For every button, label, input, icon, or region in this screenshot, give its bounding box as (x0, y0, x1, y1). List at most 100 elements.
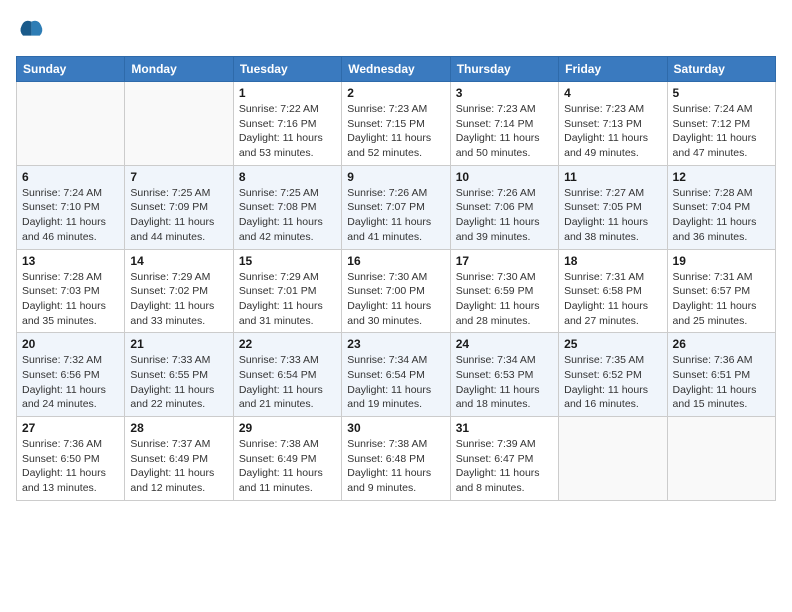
calendar-cell: 14 Sunrise: 7:29 AM Sunset: 7:02 PM Dayli… (125, 249, 233, 333)
day-number: 12 (673, 170, 770, 184)
page-header (16, 16, 776, 44)
day-number: 17 (456, 254, 553, 268)
day-number: 25 (564, 337, 661, 351)
day-number: 5 (673, 86, 770, 100)
calendar-cell: 12 Sunrise: 7:28 AM Sunset: 7:04 PM Dayli… (667, 165, 775, 249)
day-info: Sunrise: 7:26 AM Sunset: 7:06 PM Dayligh… (456, 186, 553, 245)
calendar-cell (559, 417, 667, 501)
day-info: Sunrise: 7:39 AM Sunset: 6:47 PM Dayligh… (456, 437, 553, 496)
calendar-cell: 31 Sunrise: 7:39 AM Sunset: 6:47 PM Dayli… (450, 417, 558, 501)
day-number: 9 (347, 170, 444, 184)
day-number: 28 (130, 421, 227, 435)
calendar-week-row: 13Sunrise: 7:28 AM Sunset: 7:03 PM Dayli… (17, 249, 776, 333)
calendar-cell: 10Sunrise: 7:26 AM Sunset: 7:06 PM Dayli… (450, 165, 558, 249)
day-number: 31 (456, 421, 553, 435)
day-number: 8 (239, 170, 336, 184)
day-number: 6 (22, 170, 119, 184)
calendar-cell (17, 82, 125, 166)
day-number: 13 (22, 254, 119, 268)
calendar-cell: 30 Sunrise: 7:38 AM Sunset: 6:48 PM Dayli… (342, 417, 450, 501)
day-info: Sunrise: 7:33 AM Sunset: 6:54 PM Dayligh… (239, 353, 336, 412)
weekday-header: Friday (559, 57, 667, 82)
day-info: Sunrise: 7:22 AM Sunset: 7:16 PM Dayligh… (239, 102, 336, 161)
day-info: Sunrise: 7:23 AM Sunset: 7:14 PM Dayligh… (456, 102, 553, 161)
calendar-week-row: 1 Sunrise: 7:22 AM Sunset: 7:16 PM Daylig… (17, 82, 776, 166)
day-info: Sunrise: 7:35 AM Sunset: 6:52 PM Dayligh… (564, 353, 661, 412)
calendar-cell: 27Sunrise: 7:36 AM Sunset: 6:50 PM Dayli… (17, 417, 125, 501)
day-number: 11 (564, 170, 661, 184)
logo-icon (16, 16, 44, 44)
calendar-cell (667, 417, 775, 501)
calendar-cell: 25 Sunrise: 7:35 AM Sunset: 6:52 PM Dayli… (559, 333, 667, 417)
day-number: 24 (456, 337, 553, 351)
calendar-cell: 3Sunrise: 7:23 AM Sunset: 7:14 PM Daylig… (450, 82, 558, 166)
day-info: Sunrise: 7:36 AM Sunset: 6:51 PM Dayligh… (673, 353, 770, 412)
day-number: 7 (130, 170, 227, 184)
calendar-cell: 15 Sunrise: 7:29 AM Sunset: 7:01 PM Dayli… (233, 249, 341, 333)
day-info: Sunrise: 7:31 AM Sunset: 6:57 PM Dayligh… (673, 270, 770, 329)
day-number: 26 (673, 337, 770, 351)
day-info: Sunrise: 7:29 AM Sunset: 7:02 PM Dayligh… (130, 270, 227, 329)
calendar-cell: 18 Sunrise: 7:31 AM Sunset: 6:58 PM Dayli… (559, 249, 667, 333)
calendar-cell: 29 Sunrise: 7:38 AM Sunset: 6:49 PM Dayli… (233, 417, 341, 501)
calendar-cell: 2Sunrise: 7:23 AM Sunset: 7:15 PM Daylig… (342, 82, 450, 166)
calendar-cell (125, 82, 233, 166)
day-info: Sunrise: 7:25 AM Sunset: 7:08 PM Dayligh… (239, 186, 336, 245)
day-number: 22 (239, 337, 336, 351)
day-number: 14 (130, 254, 227, 268)
calendar-week-row: 20 Sunrise: 7:32 AM Sunset: 6:56 PM Dayli… (17, 333, 776, 417)
day-number: 21 (130, 337, 227, 351)
day-number: 29 (239, 421, 336, 435)
calendar-cell: 16 Sunrise: 7:30 AM Sunset: 7:00 PM Dayli… (342, 249, 450, 333)
day-info: Sunrise: 7:34 AM Sunset: 6:53 PM Dayligh… (456, 353, 553, 412)
day-info: Sunrise: 7:38 AM Sunset: 6:49 PM Dayligh… (239, 437, 336, 496)
weekday-header: Sunday (17, 57, 125, 82)
calendar-cell: 9 Sunrise: 7:26 AM Sunset: 7:07 PM Daylig… (342, 165, 450, 249)
day-info: Sunrise: 7:32 AM Sunset: 6:56 PM Dayligh… (22, 353, 119, 412)
calendar-cell: 21Sunrise: 7:33 AM Sunset: 6:55 PM Dayli… (125, 333, 233, 417)
calendar-cell: 20 Sunrise: 7:32 AM Sunset: 6:56 PM Dayli… (17, 333, 125, 417)
calendar-cell: 11 Sunrise: 7:27 AM Sunset: 7:05 PM Dayli… (559, 165, 667, 249)
weekday-header: Tuesday (233, 57, 341, 82)
day-info: Sunrise: 7:27 AM Sunset: 7:05 PM Dayligh… (564, 186, 661, 245)
day-info: Sunrise: 7:24 AM Sunset: 7:12 PM Dayligh… (673, 102, 770, 161)
calendar-cell: 6 Sunrise: 7:24 AM Sunset: 7:10 PM Daylig… (17, 165, 125, 249)
day-info: Sunrise: 7:29 AM Sunset: 7:01 PM Dayligh… (239, 270, 336, 329)
weekday-header: Monday (125, 57, 233, 82)
day-number: 19 (673, 254, 770, 268)
calendar-cell: 26 Sunrise: 7:36 AM Sunset: 6:51 PM Dayli… (667, 333, 775, 417)
day-info: Sunrise: 7:25 AM Sunset: 7:09 PM Dayligh… (130, 186, 227, 245)
day-info: Sunrise: 7:38 AM Sunset: 6:48 PM Dayligh… (347, 437, 444, 496)
calendar-cell: 28Sunrise: 7:37 AM Sunset: 6:49 PM Dayli… (125, 417, 233, 501)
calendar-cell: 13Sunrise: 7:28 AM Sunset: 7:03 PM Dayli… (17, 249, 125, 333)
calendar-cell: 23 Sunrise: 7:34 AM Sunset: 6:54 PM Dayli… (342, 333, 450, 417)
calendar-week-row: 27Sunrise: 7:36 AM Sunset: 6:50 PM Dayli… (17, 417, 776, 501)
calendar-cell: 22 Sunrise: 7:33 AM Sunset: 6:54 PM Dayli… (233, 333, 341, 417)
day-number: 20 (22, 337, 119, 351)
calendar-week-row: 6 Sunrise: 7:24 AM Sunset: 7:10 PM Daylig… (17, 165, 776, 249)
calendar-cell: 7 Sunrise: 7:25 AM Sunset: 7:09 PM Daylig… (125, 165, 233, 249)
day-info: Sunrise: 7:30 AM Sunset: 7:00 PM Dayligh… (347, 270, 444, 329)
calendar-cell: 5 Sunrise: 7:24 AM Sunset: 7:12 PM Daylig… (667, 82, 775, 166)
day-number: 2 (347, 86, 444, 100)
calendar-cell: 17Sunrise: 7:30 AM Sunset: 6:59 PM Dayli… (450, 249, 558, 333)
calendar-table: SundayMondayTuesdayWednesdayThursdayFrid… (16, 56, 776, 501)
day-info: Sunrise: 7:26 AM Sunset: 7:07 PM Dayligh… (347, 186, 444, 245)
weekday-header: Saturday (667, 57, 775, 82)
day-number: 16 (347, 254, 444, 268)
day-number: 1 (239, 86, 336, 100)
calendar-header-row: SundayMondayTuesdayWednesdayThursdayFrid… (17, 57, 776, 82)
calendar-cell: 24 Sunrise: 7:34 AM Sunset: 6:53 PM Dayli… (450, 333, 558, 417)
day-number: 15 (239, 254, 336, 268)
day-number: 18 (564, 254, 661, 268)
calendar-cell: 4Sunrise: 7:23 AM Sunset: 7:13 PM Daylig… (559, 82, 667, 166)
day-number: 30 (347, 421, 444, 435)
logo (16, 16, 48, 44)
day-info: Sunrise: 7:28 AM Sunset: 7:04 PM Dayligh… (673, 186, 770, 245)
day-info: Sunrise: 7:31 AM Sunset: 6:58 PM Dayligh… (564, 270, 661, 329)
day-info: Sunrise: 7:34 AM Sunset: 6:54 PM Dayligh… (347, 353, 444, 412)
calendar-cell: 19 Sunrise: 7:31 AM Sunset: 6:57 PM Dayli… (667, 249, 775, 333)
calendar-cell: 1 Sunrise: 7:22 AM Sunset: 7:16 PM Daylig… (233, 82, 341, 166)
day-info: Sunrise: 7:24 AM Sunset: 7:10 PM Dayligh… (22, 186, 119, 245)
day-number: 23 (347, 337, 444, 351)
